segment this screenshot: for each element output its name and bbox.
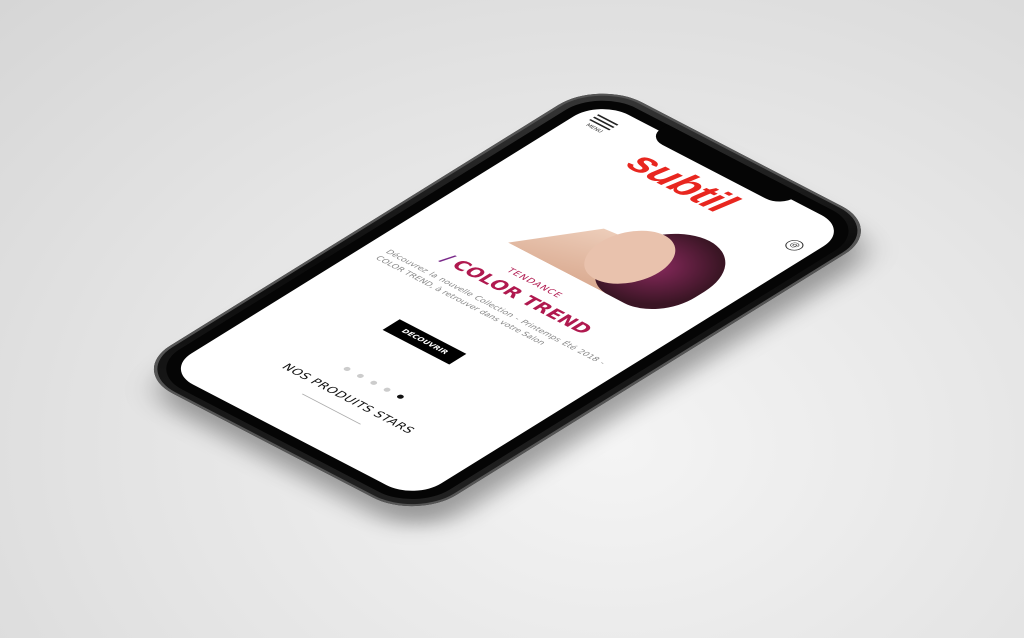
discover-button[interactable]: DÉCOUVRIR	[382, 319, 467, 365]
carousel-dot-active[interactable]	[395, 393, 406, 400]
carousel-dot[interactable]	[368, 380, 379, 386]
carousel-dot[interactable]	[355, 373, 366, 379]
phone: MENU subtil @ TENDANCE /COLOR TREND Déco…	[129, 79, 887, 539]
at-icon[interactable]: @	[781, 238, 808, 253]
menu-button[interactable]: MENU	[581, 113, 620, 135]
menu-label: MENU	[583, 122, 605, 134]
carousel-dot[interactable]	[342, 366, 352, 372]
carousel-dot[interactable]	[382, 386, 392, 393]
carousel-dots	[243, 312, 508, 451]
